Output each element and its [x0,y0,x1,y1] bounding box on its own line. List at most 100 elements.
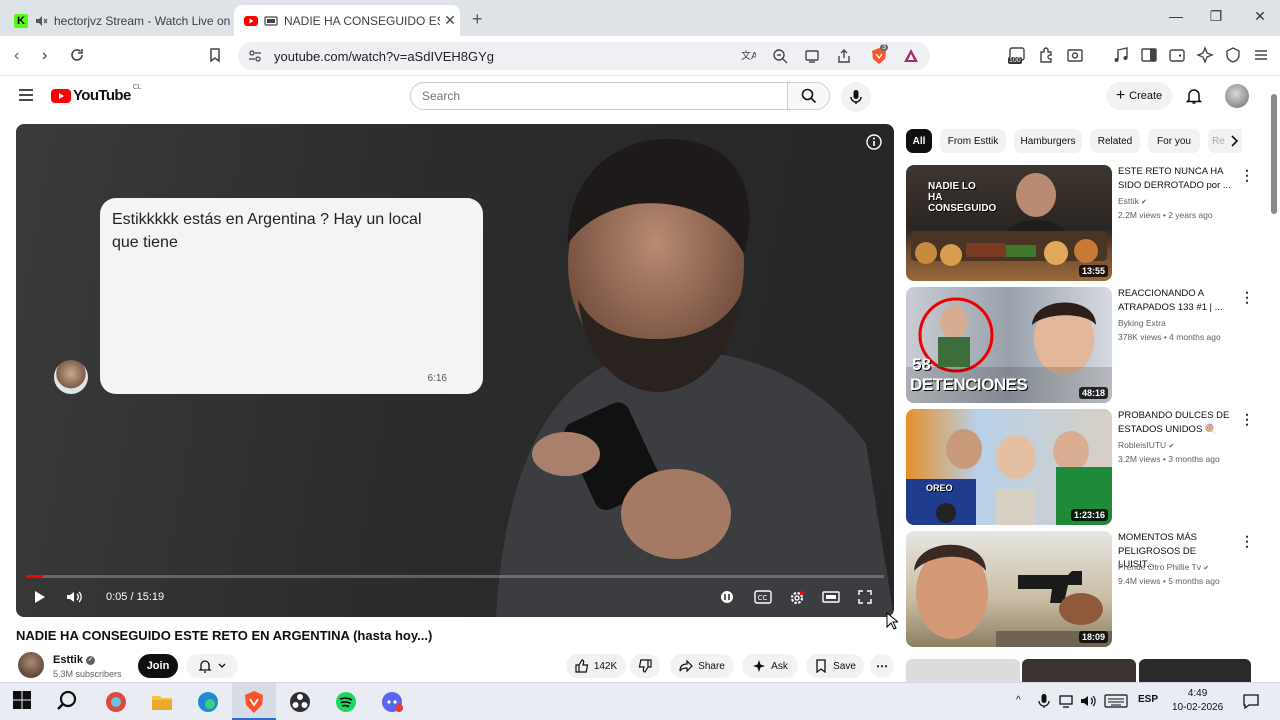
language-indicator[interactable]: ESP [1138,694,1158,705]
vpn-shield-icon[interactable] [1224,46,1244,66]
ask-button[interactable]: Ask [742,654,798,678]
join-button[interactable]: Join [138,654,178,678]
search-button[interactable] [787,83,829,109]
tab-hectorjvz-stream[interactable]: K hectorjvz Stream - Watch Live on [8,5,230,36]
pause-autoplay-toggle[interactable] [720,590,734,604]
extension-counter-icon[interactable]: 100 [1008,46,1028,66]
brave-shield-icon[interactable]: 3 [870,44,888,65]
sidebar-toggle-icon[interactable] [1140,46,1160,66]
share-button[interactable]: Share [670,654,734,678]
bookmark-icon[interactable] [206,46,226,66]
volume-button[interactable] [66,590,84,604]
captions-button[interactable]: CC [754,590,772,604]
youtube-logo[interactable]: YouTube CL [51,84,142,104]
chips-next-chevron-icon[interactable] [1228,134,1240,148]
channel-name-link[interactable]: Esttik ✓ [53,654,96,666]
keyboard-icon[interactable] [1104,693,1128,709]
more-actions-button[interactable]: ⋯ [870,654,894,678]
chip-for-you[interactable]: For you [1148,129,1200,153]
new-tab-button[interactable]: + [472,9,483,30]
chip-from-esttik[interactable]: From Esttik [940,129,1006,153]
share-page-icon[interactable] [836,48,852,64]
recommended-thumbnail-partial[interactable] [1022,659,1136,682]
video-thumbnail[interactable]: OREO 1:23:16 [906,409,1112,525]
scrollbar-thumb[interactable] [1271,94,1277,214]
close-tab-icon[interactable]: ✕ [440,12,460,29]
chip-all[interactable]: All [906,129,932,153]
recommended-video[interactable]: OREO 1:23:16 PROBANDO DULCES DE ESTADOS … [906,409,1256,525]
subscribed-bell-button[interactable] [186,654,238,678]
translate-icon[interactable]: 文A [740,48,756,64]
close-window-button[interactable]: ✕ [1240,8,1280,25]
video-title[interactable]: REACCIONANDO A ATRAPADOS 133 #1 | ... [1118,287,1232,314]
microphone-tray-icon[interactable] [1038,693,1050,709]
theater-mode-button[interactable] [822,590,840,604]
recommended-thumbnail-partial[interactable] [906,659,1020,682]
back-button[interactable]: ‹ [14,47,19,65]
more-options-icon[interactable]: ⋮ [1240,533,1254,550]
brave-browser-icon[interactable] [242,690,266,714]
guide-menu-icon[interactable] [18,88,34,102]
cast-icon[interactable] [804,48,820,64]
settings-button[interactable] [789,590,805,606]
play-button[interactable] [32,590,46,604]
save-button[interactable]: Save [806,654,864,678]
chip-related[interactable]: Related [1090,129,1140,153]
spotify-icon[interactable] [334,690,358,714]
video-thumbnail[interactable]: NADIE LO HA CONSEGUIDO 13:55 [906,165,1112,281]
channel-name[interactable]: Esttik ✔ [1118,196,1147,206]
clock[interactable]: 4:49 10-02-2026 [1172,687,1223,715]
media-music-icon[interactable] [1112,46,1132,66]
recommended-thumbnail-partial[interactable] [1139,659,1251,682]
recommended-video[interactable]: 18:09 MOMENTOS MÁS PELIGROSOS DE LUISIT.… [906,531,1256,647]
show-hidden-icons-chevron-icon[interactable]: ^ [1016,695,1021,706]
menu-hamburger-icon[interactable] [1252,46,1272,66]
channel-name[interactable]: Byking Extra [1118,318,1166,328]
more-options-icon[interactable]: ⋮ [1240,289,1254,306]
leo-ai-icon[interactable] [1196,46,1216,66]
like-button[interactable]: 142K [566,654,626,678]
minimize-button[interactable]: — [1156,8,1196,24]
discord-icon[interactable] [380,690,404,714]
volume-tray-icon[interactable] [1080,693,1098,709]
create-button[interactable]: + Create [1106,82,1172,110]
channel-avatar[interactable] [18,652,44,678]
notifications-bell-icon[interactable] [1186,87,1202,105]
brave-rewards-icon[interactable] [902,47,920,65]
fullscreen-button[interactable] [858,590,872,604]
reload-icon[interactable] [68,46,88,66]
network-icon[interactable] [1058,693,1074,709]
tab-youtube-video[interactable]: NADIE HA CONSEGUIDO ESTE ✕ [234,5,460,36]
game-app-icon[interactable] [104,690,128,714]
recommended-video[interactable]: NADIE LO HA CONSEGUIDO 13:55 ESTE RETO N… [906,165,1256,281]
chip-hamburgers[interactable]: Hamburgers [1014,129,1082,153]
more-options-icon[interactable]: ⋮ [1240,167,1254,184]
video-progress-bar[interactable] [26,575,884,578]
video-thumbnail[interactable]: 18:09 [906,531,1112,647]
account-avatar[interactable] [1225,84,1249,108]
file-explorer-icon[interactable] [150,690,174,714]
video-title[interactable]: ESTE RETO NUNCA HA SIDO DERROTADO por ..… [1118,165,1232,192]
forward-button[interactable]: › [42,47,47,65]
video-thumbnail[interactable]: 58 DETENCIONES 48:18 [906,287,1112,403]
zoom-icon[interactable] [772,48,788,64]
notification-center-icon[interactable] [1242,692,1260,710]
channel-name[interactable]: RobleisIUTU ✔ [1118,440,1174,450]
edge-browser-icon[interactable] [196,690,220,714]
screenshot-icon[interactable] [1066,46,1086,66]
more-options-icon[interactable]: ⋮ [1240,411,1254,428]
video-title[interactable]: PROBANDO DULCES DE ESTADOS UNIDOS 🍭 [1118,409,1232,436]
voice-search-button[interactable] [841,82,871,112]
extensions-puzzle-icon[interactable] [1038,46,1058,66]
video-player[interactable]: Estikkkkk estás en Argentina ? Hay un lo… [16,124,894,617]
restore-button[interactable]: ❐ [1196,8,1236,25]
muted-speaker-icon[interactable] [34,14,48,28]
search-taskbar-icon[interactable] [56,690,80,714]
recommended-video[interactable]: 58 DETENCIONES 48:18 REACCIONANDO A ATRA… [906,287,1256,403]
info-icon[interactable] [866,134,882,150]
wallet-icon[interactable] [1168,46,1188,66]
address-bar[interactable]: youtube.com/watch?v=aSdIVEH8GYg 文A 3 [238,42,930,70]
channel-name[interactable]: Prende Otro Phillie Tv ✔ [1118,562,1209,572]
dislike-button[interactable] [630,654,660,678]
obs-app-icon[interactable] [288,690,312,714]
